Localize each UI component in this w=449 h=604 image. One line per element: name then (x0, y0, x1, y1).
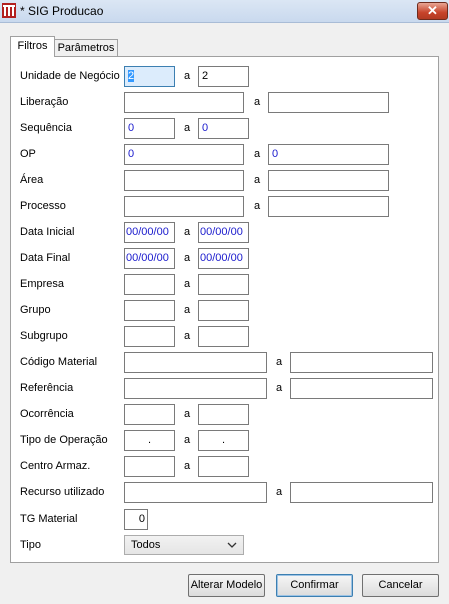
op-from-input[interactable]: 0 (124, 144, 244, 165)
processo-to-input[interactable] (268, 196, 389, 217)
tab-parametros[interactable]: Parâmetros (54, 39, 118, 56)
tipo-operacao-from-input[interactable]: . (124, 430, 175, 451)
tipo-selected-value: Todos (131, 539, 161, 551)
range-separator: a (254, 200, 261, 212)
referencia-to-input[interactable] (290, 378, 433, 399)
subgrupo-from-input[interactable] (124, 326, 175, 347)
range-separator: a (276, 382, 283, 394)
centro-armaz-label: Centro Armaz. (20, 460, 91, 472)
range-separator: a (184, 122, 191, 134)
range-separator: a (184, 408, 191, 420)
op-to-input[interactable]: 0 (268, 144, 389, 165)
tipo-select[interactable]: Todos (124, 535, 244, 555)
processo-label: Processo (20, 200, 66, 212)
sequencia-to-input[interactable]: 0 (198, 118, 249, 139)
close-button[interactable]: ✕ (417, 2, 448, 20)
unidade-label: Unidade de Negócio (20, 70, 120, 82)
unidade-to-input[interactable]: 2 (198, 66, 249, 87)
recurso-to-input[interactable] (290, 482, 433, 503)
ocorrencia-to-input[interactable] (198, 404, 249, 425)
codigo-material-from-input[interactable] (124, 352, 267, 373)
range-separator: a (276, 356, 283, 368)
op-label: OP (20, 148, 36, 160)
range-separator: a (184, 252, 191, 264)
tg-material-input[interactable]: 0 (124, 509, 148, 530)
ocorrencia-label: Ocorrência (20, 408, 74, 420)
tipo-operacao-label: Tipo de Operação (20, 434, 108, 446)
confirmar-button[interactable]: Confirmar (276, 574, 353, 597)
centro-armaz-to-input[interactable] (198, 456, 249, 477)
codigo-material-to-input[interactable] (290, 352, 433, 373)
alterar-modelo-button[interactable]: Alterar Modelo (188, 574, 265, 597)
range-separator: a (184, 304, 191, 316)
grupo-label: Grupo (20, 304, 51, 316)
range-separator: a (184, 278, 191, 290)
range-separator: a (276, 486, 283, 498)
liberacao-from-input[interactable] (124, 92, 244, 113)
centro-armaz-from-input[interactable] (124, 456, 175, 477)
referencia-from-input[interactable] (124, 378, 267, 399)
sequencia-from-input[interactable]: 0 (124, 118, 175, 139)
data-inicial-from-input[interactable]: 00/00/00 (124, 222, 175, 243)
ocorrencia-from-input[interactable] (124, 404, 175, 425)
unidade-from-input[interactable]: 2 (124, 66, 175, 87)
area-from-input[interactable] (124, 170, 244, 191)
sequencia-label: Sequência (20, 122, 72, 134)
liberacao-label: Liberação (20, 96, 69, 108)
tg-material-label: TG Material (20, 513, 78, 525)
range-separator: a (254, 96, 261, 108)
tipo-label: Tipo (20, 539, 41, 551)
grupo-from-input[interactable] (124, 300, 175, 321)
area-label: Área (20, 174, 44, 186)
data-inicial-to-input[interactable]: 00/00/00 (198, 222, 249, 243)
empresa-to-input[interactable] (198, 274, 249, 295)
tipo-operacao-to-input[interactable]: . (198, 430, 249, 451)
area-to-input[interactable] (268, 170, 389, 191)
empresa-from-input[interactable] (124, 274, 175, 295)
data-final-to-input[interactable]: 00/00/00 (198, 248, 249, 269)
recurso-label: Recurso utilizado (20, 486, 105, 498)
close-icon: ✕ (427, 3, 438, 18)
range-separator: a (254, 174, 261, 186)
range-separator: a (184, 460, 191, 472)
chevron-down-icon (227, 542, 237, 548)
subgrupo-to-input[interactable] (198, 326, 249, 347)
data-inicial-label: Data Inicial (20, 226, 75, 238)
referencia-label: Referência (20, 382, 74, 394)
range-separator: a (184, 70, 191, 82)
subgrupo-label: Subgrupo (20, 330, 68, 342)
codigo-material-label: Código Material (20, 356, 98, 368)
grupo-to-input[interactable] (198, 300, 249, 321)
data-final-label: Data Final (20, 252, 71, 264)
recurso-from-input[interactable] (124, 482, 267, 503)
tab-filtros[interactable]: Filtros (10, 36, 55, 57)
liberacao-to-input[interactable] (268, 92, 389, 113)
range-separator: a (184, 434, 191, 446)
cancelar-button[interactable]: Cancelar (362, 574, 439, 597)
range-separator: a (184, 226, 191, 238)
range-separator: a (184, 330, 191, 342)
data-final-from-input[interactable]: 00/00/00 (124, 248, 175, 269)
title-bar: * SIG Producao ✕ (0, 0, 449, 23)
range-separator: a (254, 148, 261, 160)
processo-from-input[interactable] (124, 196, 244, 217)
app-logo-icon (2, 3, 16, 18)
window-title: * SIG Producao (20, 4, 104, 18)
empresa-label: Empresa (20, 278, 65, 290)
